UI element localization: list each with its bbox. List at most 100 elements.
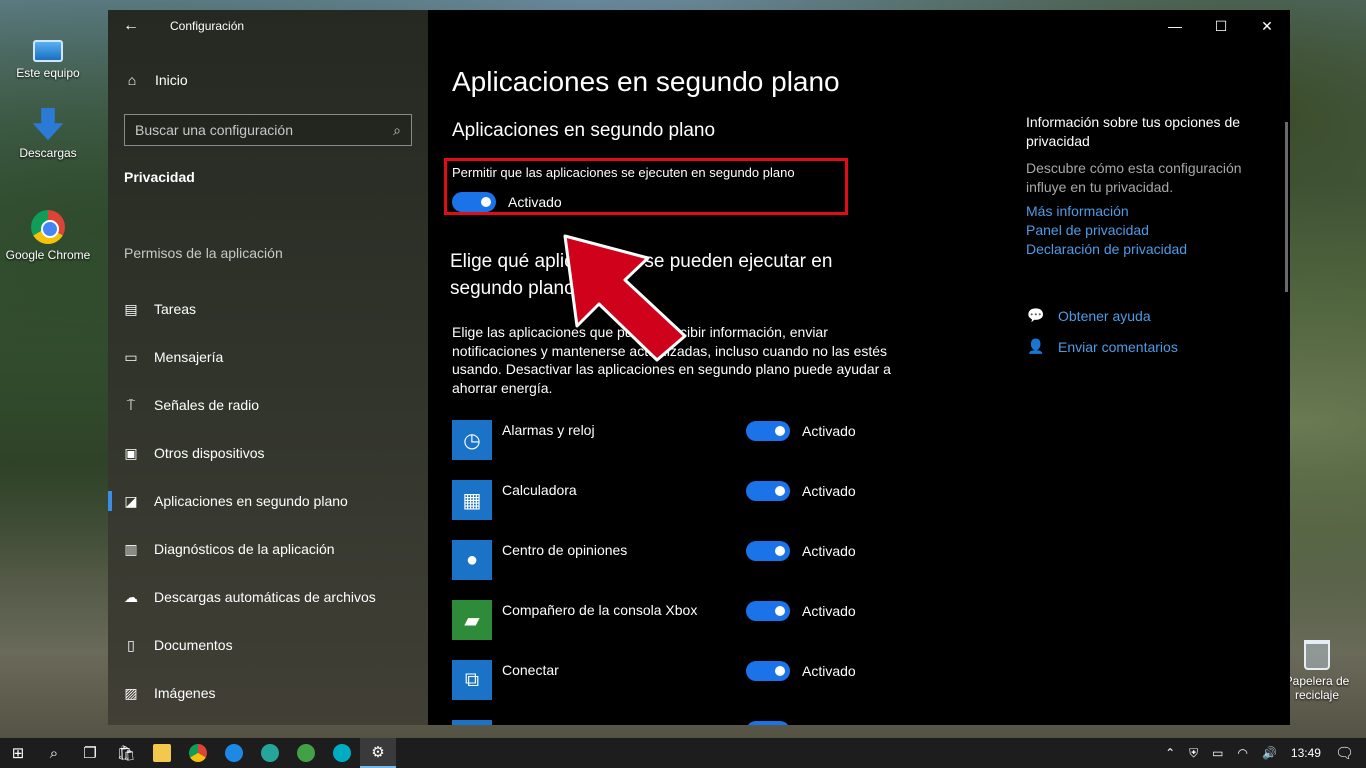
chrome-icon[interactable] xyxy=(180,738,216,768)
wifi-icon[interactable]: ◠ xyxy=(1237,746,1247,760)
link-privacy-dashboard[interactable]: Panel de privacidad xyxy=(1026,221,1266,240)
related-info-panel: Información sobre tus opciones de privac… xyxy=(1026,113,1266,259)
maximize-button[interactable]: ☐ xyxy=(1198,10,1244,42)
sidebar-item-messaging[interactable]: ▭ Mensajería xyxy=(108,333,428,381)
calculator-icon: ▦ xyxy=(452,480,492,520)
app-toggle[interactable] xyxy=(746,541,790,561)
sidebar: ← Configuración ⌂ Inicio Buscar una conf… xyxy=(108,10,428,725)
app-toggle-state: Activado xyxy=(802,483,856,499)
file-explorer-icon[interactable] xyxy=(144,738,180,768)
chevron-up-icon[interactable]: ⌃ xyxy=(1165,746,1175,760)
document-icon: ▯ xyxy=(127,636,135,653)
sidebar-item-label: Documentos xyxy=(154,637,233,653)
diagnostics-icon: ▥ xyxy=(124,540,138,557)
page-title: Aplicaciones en segundo plano xyxy=(452,66,840,97)
sidebar-item-label: Otros dispositivos xyxy=(154,445,265,461)
minimize-button[interactable]: — xyxy=(1152,10,1198,42)
send-feedback-link[interactable]: 👤 Enviar comentarios xyxy=(1026,338,1178,355)
desktop-icon-label: Descargas xyxy=(19,146,77,160)
sidebar-item-other-devices[interactable]: ▣ Otros dispositivos xyxy=(108,429,428,477)
app-toggle-state: Activado xyxy=(802,603,856,619)
desktop-icon-downloads[interactable]: Descargas xyxy=(0,108,96,160)
image-icon: ▨ xyxy=(124,684,138,701)
app-toggle[interactable] xyxy=(746,421,790,441)
sidebar-item-radios[interactable]: ⍑ Señales de radio xyxy=(108,381,428,429)
app-toggle-state: Activado xyxy=(802,663,856,679)
desktop-icon-chrome[interactable]: Google Chrome xyxy=(0,210,96,262)
get-help-label: Obtener ayuda xyxy=(1058,307,1151,324)
feedback-person-icon: 👤 xyxy=(1027,338,1045,354)
app-toggle[interactable] xyxy=(746,721,790,725)
app-toggle-row: Activado xyxy=(746,481,856,501)
window-controls: — ☐ ✕ xyxy=(1152,10,1290,42)
volume-icon[interactable]: 🔊 xyxy=(1262,746,1277,760)
edge-canary-icon[interactable] xyxy=(324,738,360,768)
notifications-icon[interactable]: 🗨 xyxy=(1335,744,1354,762)
app-toggle-row: Activado xyxy=(746,421,856,441)
sidebar-item-app-diagnostics[interactable]: ▥ Diagnósticos de la aplicación xyxy=(108,525,428,573)
app-toggle-state: Activado xyxy=(802,543,856,559)
sidebar-item-label: Diagnósticos de la aplicación xyxy=(154,541,335,557)
sidebar-item-pictures[interactable]: ▨ Imágenes xyxy=(108,669,428,717)
sidebar-item-label: Aplicaciones en segundo plano xyxy=(154,493,348,509)
start-button[interactable]: ⊞ xyxy=(0,738,36,768)
permit-label: Permitir que las aplicaciones se ejecute… xyxy=(452,165,795,180)
sidebar-item-background-apps[interactable]: ◪ Aplicaciones en segundo plano xyxy=(108,477,428,525)
app-icon xyxy=(452,720,492,725)
sidebar-item-label: Mensajería xyxy=(154,349,224,365)
security-shield-icon[interactable]: ⛨ xyxy=(1189,746,1198,761)
app-toggle-row: Activado xyxy=(746,541,856,561)
back-arrow-icon[interactable]: ← xyxy=(108,17,154,35)
sidebar-item-documents[interactable]: ▯ Documentos xyxy=(108,621,428,669)
xbox-icon: ▰ xyxy=(452,600,492,640)
store-icon[interactable]: 🛍 xyxy=(108,738,144,768)
app-toggle[interactable] xyxy=(746,601,790,621)
titlebar: ← Configuración xyxy=(108,10,428,42)
app-row-partial xyxy=(452,720,872,725)
app-toggle-state: Activado xyxy=(802,423,856,439)
permit-toggle-row: Activado xyxy=(452,192,562,212)
app-name: Conectar xyxy=(502,662,559,678)
link-privacy-statement[interactable]: Declaración de privacidad xyxy=(1026,240,1266,259)
settings-window: ← Configuración ⌂ Inicio Buscar una conf… xyxy=(108,10,1290,725)
nav-home-label: Inicio xyxy=(155,72,188,88)
permit-background-toggle[interactable] xyxy=(452,192,496,212)
link-more-info[interactable]: Más información xyxy=(1026,202,1266,221)
related-info-desc: Descubre cómo esta configuración influye… xyxy=(1026,160,1242,195)
app-name: Centro de opiniones xyxy=(502,542,628,558)
app-toggle-row: Activado xyxy=(746,601,856,621)
permit-toggle-state: Activado xyxy=(508,194,562,210)
app-toggle[interactable] xyxy=(746,481,790,501)
edge-icon[interactable] xyxy=(216,738,252,768)
sidebar-item-tasks[interactable]: ▤ Tareas xyxy=(108,285,428,333)
app-row-connect: ⧉ Conectar Activado xyxy=(452,660,872,702)
feedback-hub-icon: ● xyxy=(452,540,492,580)
nav-home[interactable]: ⌂ Inicio xyxy=(124,72,188,88)
settings-gear-icon[interactable]: ⚙ xyxy=(360,738,396,768)
section-title-privacy: Privacidad xyxy=(124,169,195,185)
home-icon: ⌂ xyxy=(127,72,137,88)
app-title: Configuración xyxy=(170,19,245,33)
clock[interactable]: 13:49 xyxy=(1291,746,1321,760)
computer-icon xyxy=(33,40,63,62)
app-toggle[interactable] xyxy=(746,661,790,681)
radio-icon: ⍑ xyxy=(126,396,136,413)
search-placeholder: Buscar una configuración xyxy=(135,122,293,138)
cloud-icon: ☁ xyxy=(124,588,138,605)
battery-icon[interactable]: ▭ xyxy=(1212,746,1223,760)
sidebar-item-auto-downloads[interactable]: ☁ Descargas automáticas de archivos xyxy=(108,573,428,621)
search-icon[interactable]: ⌕ xyxy=(36,738,72,768)
task-view-icon[interactable]: ❐ xyxy=(72,738,108,768)
close-button[interactable]: ✕ xyxy=(1244,10,1290,42)
desktop-icon-label: Este equipo xyxy=(16,66,80,80)
search-input[interactable]: Buscar una configuración ⌕ xyxy=(124,114,412,146)
get-help-link[interactable]: 💬 Obtener ayuda xyxy=(1026,307,1151,324)
red-arrow-annotation xyxy=(563,234,687,362)
app-name: Calculadora xyxy=(502,482,577,498)
edge-dev-icon[interactable] xyxy=(288,738,324,768)
search-icon[interactable]: ⌕ xyxy=(393,122,401,139)
messaging-icon: ▭ xyxy=(124,348,138,365)
edge-beta-icon[interactable] xyxy=(252,738,288,768)
scrollbar[interactable] xyxy=(1285,122,1288,292)
desktop-icon-this-pc[interactable]: Este equipo xyxy=(0,30,96,80)
